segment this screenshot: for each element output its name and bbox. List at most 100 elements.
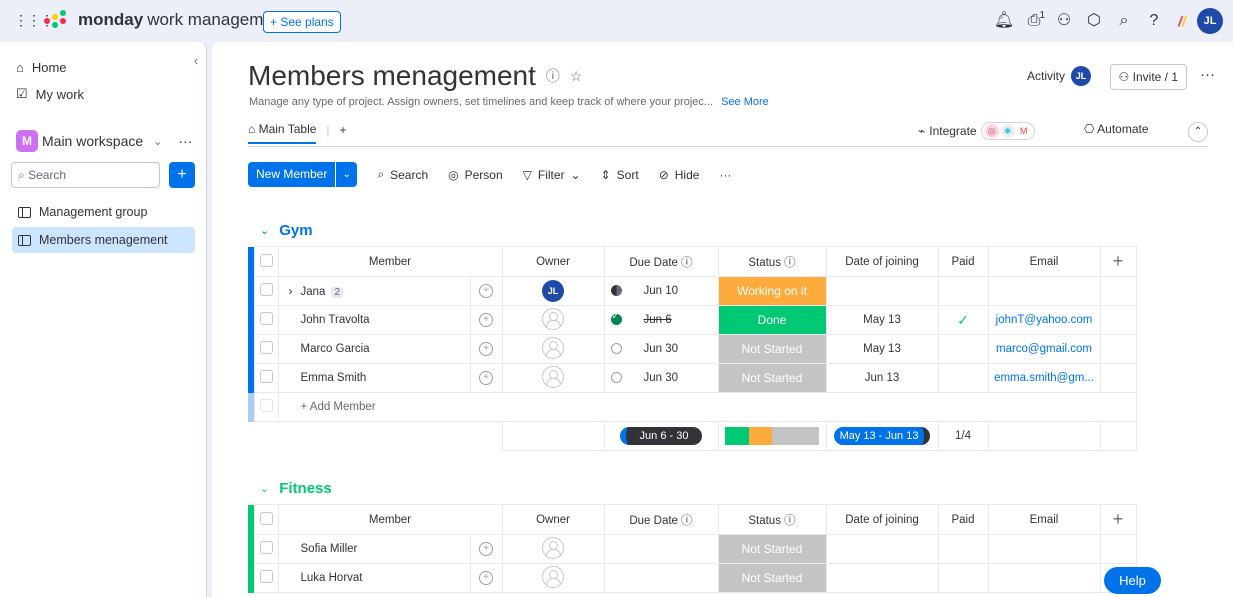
col-due-date[interactable]: Due Date ⓘ [603,504,719,535]
bell-icon[interactable]: 🔔︎ [989,8,1019,34]
due-date-cell[interactable]: Jun 30 [603,363,719,393]
chevron-down-icon[interactable]: ⌄ [260,224,269,237]
item-name[interactable]: Emma Smith [277,363,471,393]
item-name[interactable]: John Travolta [277,305,471,335]
select-all-checkbox[interactable] [259,253,273,267]
integrate-button[interactable]: ⌁ Integrate ◎ ✱ M [918,122,1035,140]
chevron-right-icon[interactable]: › [289,284,293,298]
add-update-icon[interactable]: + [479,371,493,385]
search-button[interactable]: ⌕ Search [377,167,428,182]
paid-cell[interactable] [937,334,989,364]
status-cell[interactable]: Done [717,305,827,335]
paid-cell[interactable] [937,363,989,393]
user-avatar[interactable]: JL [1197,8,1223,34]
add-item-row[interactable]: + Add Member [248,392,1137,422]
tab-main-table[interactable]: ⌂ Main Table [248,122,317,144]
table-row[interactable]: Emma Smith + Jun 30 Not Started Jun 13 e… [248,363,1137,393]
due-date-cell[interactable]: Jun 10 [603,276,719,306]
table-row[interactable]: John Travolta + Jun 6 Done May 13 ✓ john… [248,305,1137,335]
hide-button[interactable]: ⊘ Hide [659,168,700,182]
sidebar-item-management-group[interactable]: Management group [12,199,195,225]
owner-avatar[interactable]: JL [542,280,564,302]
status-cell[interactable]: Not Started [717,534,827,564]
col-email[interactable]: Email [987,246,1101,277]
joining-cell[interactable] [825,276,939,306]
add-update-icon[interactable]: + [479,313,493,327]
due-date-cell[interactable]: Jun 30 [603,334,719,364]
table-row[interactable]: Sofia Miller + Not Started [248,534,1137,564]
email-cell[interactable]: marco@gmail.com [987,334,1101,364]
joining-cell[interactable]: Jun 13 [825,363,939,393]
add-update-icon[interactable]: + [479,571,493,585]
status-summary[interactable] [717,421,827,451]
table-row[interactable]: Luka Horvat + Not Started [248,563,1137,593]
item-name[interactable]: Luka Horvat [277,563,471,593]
row-checkbox[interactable] [259,283,273,296]
person-placeholder-icon[interactable] [542,365,564,388]
person-placeholder-icon[interactable] [542,536,564,559]
search-icon[interactable]: ⌕ [1109,8,1139,34]
nav-home[interactable]: ⌂ Home [16,60,67,75]
add-board-button[interactable]: + [169,162,195,188]
email-cell[interactable]: johnT@yahoo.com [987,305,1101,335]
add-update-icon[interactable]: + [479,284,493,298]
col-owner[interactable]: Owner [501,246,605,277]
row-checkbox[interactable] [259,312,273,325]
activity-button[interactable]: Activity JL [1027,66,1091,86]
paid-check-icon[interactable]: ✓ [937,305,989,335]
due-summary[interactable]: Jun 6 - 30 [603,421,719,451]
nav-my-work[interactable]: ☑ My work [16,86,84,102]
person-placeholder-icon[interactable] [542,307,564,330]
help-button[interactable]: Help [1104,567,1161,594]
invite-members-icon[interactable]: ⚇ [1049,8,1079,34]
item-name[interactable]: Marco Garcia [277,334,471,364]
col-email[interactable]: Email [987,504,1101,535]
email-cell[interactable] [987,276,1101,306]
status-cell[interactable]: Not Started [717,563,827,593]
brand-logo[interactable]: monday work management [42,10,287,30]
collapse-header-icon[interactable]: ⌃ [1188,122,1208,142]
toolbar-more-icon[interactable]: ··· [719,168,731,182]
group-title-gym[interactable]: ⌄ Gym [260,222,313,239]
row-checkbox[interactable] [259,570,273,583]
row-checkbox[interactable] [259,370,273,383]
status-cell[interactable]: Working on it [717,276,827,306]
person-filter-button[interactable]: ◎ Person [448,168,503,182]
collapse-sidebar-icon[interactable]: ‹ [187,52,205,70]
status-cell[interactable]: Not Started [717,363,827,393]
more-icon[interactable]: ··· [178,133,192,149]
person-placeholder-icon[interactable] [542,565,564,588]
col-member[interactable]: Member [277,246,503,277]
workspace-selector[interactable]: M Main workspace ⌄ ··· [16,130,192,152]
apps-icon[interactable]: ⬡ [1079,8,1109,34]
board-title[interactable]: Members menagement [248,60,536,92]
info-icon[interactable]: ⓘ [546,66,560,86]
add-update-icon[interactable]: + [479,542,493,556]
sort-button[interactable]: ⇕ Sort [601,168,639,182]
col-status[interactable]: Status ⓘ [717,504,827,535]
sidebar-item-members-menagement[interactable]: Members menagement [12,227,195,253]
add-update-icon[interactable]: + [479,342,493,356]
product-switcher-icon[interactable]: // [1169,8,1195,34]
see-more-link[interactable]: See More [721,96,769,108]
chevron-down-icon[interactable]: ⌄ [335,162,357,187]
apps-grid-icon[interactable]: ⋮⋮⋮ [14,12,54,28]
due-date-cell[interactable] [603,534,719,564]
table-row[interactable]: › Jana 2 + JL Jun 10 Working on it [248,276,1137,306]
row-checkbox[interactable] [259,341,273,354]
board-more-icon[interactable]: ··· [1200,66,1215,83]
add-item-input[interactable]: + Add Member [277,392,1137,422]
joining-summary[interactable]: May 13 - Jun 13 [825,421,939,451]
new-item-button[interactable]: New Member ⌄ [248,162,358,187]
invite-button[interactable]: ⚇ Invite / 1 [1109,64,1187,90]
item-name[interactable]: › Jana 2 [277,276,471,306]
see-plans-button[interactable]: + See plans [263,11,341,33]
col-date-of-joining[interactable]: Date of joining [825,504,939,535]
due-date-cell[interactable] [603,563,719,593]
sidebar-search-input[interactable]: ⌕ Search [11,162,160,188]
col-paid[interactable]: Paid [937,246,989,277]
col-member[interactable]: Member [277,504,503,535]
select-all-checkbox[interactable] [259,511,273,525]
email-cell[interactable]: emma.smith@gm... [987,363,1101,393]
col-due-date[interactable]: Due Date ⓘ [603,246,719,277]
